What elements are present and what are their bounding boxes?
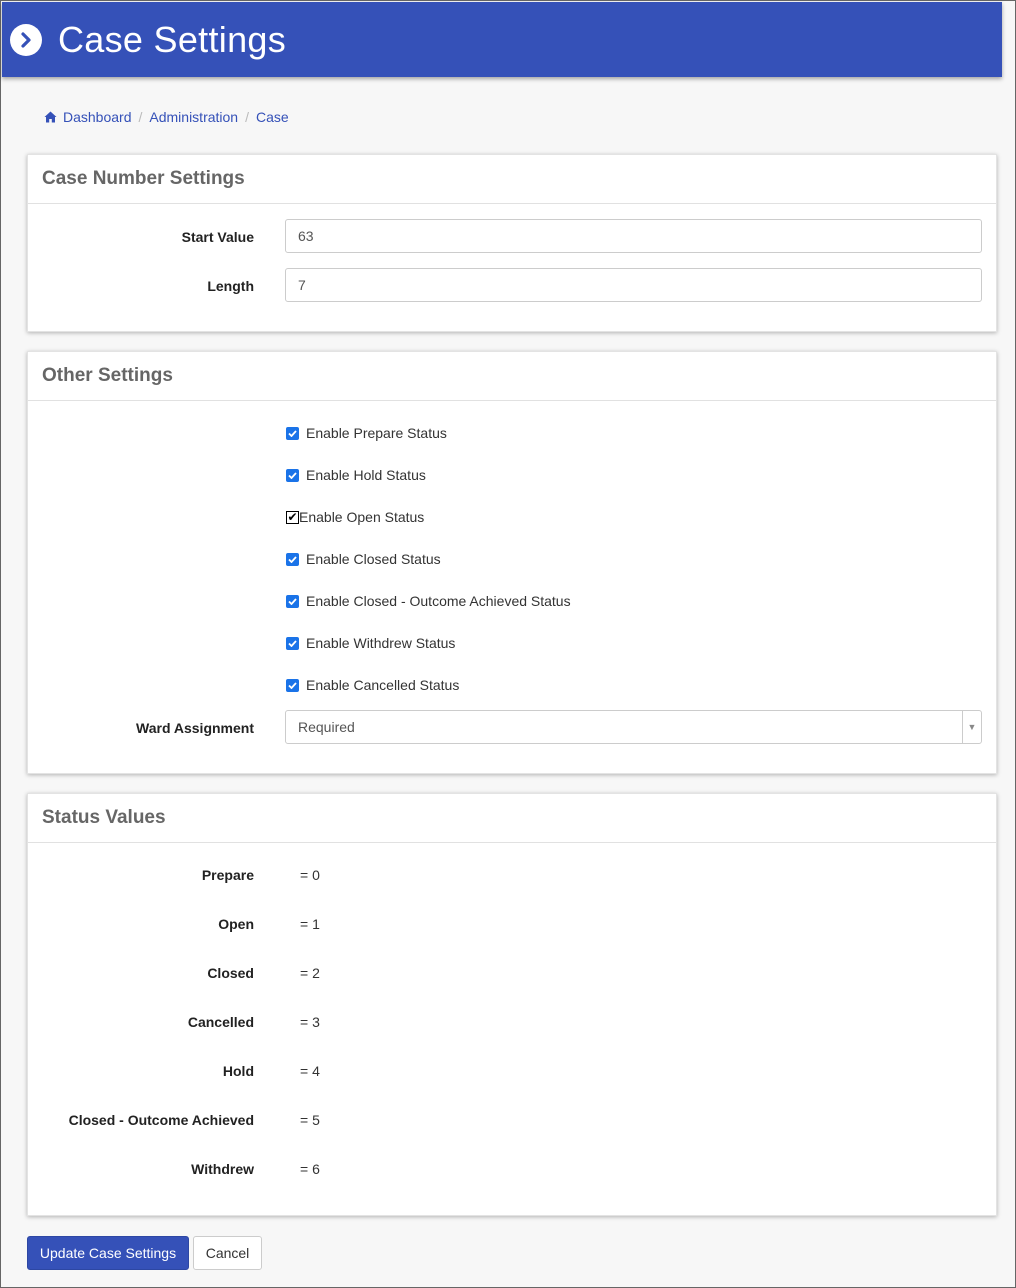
- checkbox-label: Enable Closed - Outcome Achieved Status: [306, 593, 571, 609]
- status-label: Prepare: [201, 867, 254, 883]
- start-value-input[interactable]: 63: [285, 219, 982, 253]
- cancel-button[interactable]: Cancel: [193, 1236, 262, 1270]
- ward-assignment-label: Ward Assignment: [136, 720, 254, 736]
- chevron-right-circle-icon[interactable]: [10, 23, 42, 56]
- page-title: Case Settings: [58, 18, 287, 60]
- breadcrumb-separator: /: [138, 109, 143, 125]
- status-label: Withdrew: [191, 1161, 254, 1177]
- checkbox-checked-icon[interactable]: [286, 468, 299, 482]
- other-settings-panel: Other Settings Enable Prepare Status Ena…: [27, 351, 997, 774]
- breadcrumb: Dashboard / Administration / Case: [44, 107, 289, 127]
- checkbox-checked-icon[interactable]: [286, 552, 299, 566]
- checkbox-checked-icon[interactable]: [286, 636, 299, 650]
- checkbox-label: Enable Hold Status: [306, 467, 426, 483]
- panel-title: Status Values: [28, 794, 996, 843]
- checkbox-label: Enable Closed Status: [306, 551, 441, 567]
- case-number-settings-panel: Case Number Settings Start Value 63 Leng…: [27, 154, 997, 332]
- enable-open-checkbox[interactable]: ✔ Enable Open Status: [286, 509, 424, 525]
- status-value: = 5: [300, 1112, 320, 1128]
- checkbox-checked-icon[interactable]: [286, 594, 299, 608]
- page-frame: Case Settings Dashboard / Administration…: [0, 0, 1016, 1288]
- update-case-settings-button[interactable]: Update Case Settings: [27, 1236, 189, 1270]
- length-label: Length: [207, 278, 254, 294]
- checkbox-label: Enable Prepare Status: [306, 425, 447, 441]
- status-value: = 4: [300, 1063, 320, 1079]
- enable-closed-outcome-checkbox[interactable]: Enable Closed - Outcome Achieved Status: [286, 593, 571, 609]
- panel-title: Other Settings: [28, 352, 996, 401]
- breadcrumb-dashboard[interactable]: Dashboard: [63, 109, 132, 125]
- page-header: Case Settings: [2, 2, 1002, 77]
- dropdown-arrow-icon[interactable]: ▼: [962, 711, 981, 743]
- status-label: Closed - Outcome Achieved: [68, 1112, 254, 1128]
- status-label: Open: [218, 916, 254, 932]
- ward-assignment-select[interactable]: Required ▼: [285, 710, 982, 744]
- panel-title: Case Number Settings: [28, 155, 996, 204]
- checkbox-label: Enable Withdrew Status: [306, 635, 456, 651]
- checkbox-checked-icon[interactable]: [286, 426, 299, 440]
- enable-hold-checkbox[interactable]: Enable Hold Status: [286, 467, 426, 483]
- checkbox-checked-icon[interactable]: ✔: [286, 510, 299, 524]
- status-value: = 0: [300, 867, 320, 883]
- checkbox-checked-icon[interactable]: [286, 678, 299, 692]
- enable-closed-checkbox[interactable]: Enable Closed Status: [286, 551, 441, 567]
- enable-prepare-checkbox[interactable]: Enable Prepare Status: [286, 425, 447, 441]
- status-value: = 3: [300, 1014, 320, 1030]
- status-values-panel: Status Values Prepare = 0 Open = 1 Close…: [27, 793, 997, 1216]
- status-label: Hold: [222, 1063, 254, 1079]
- home-icon[interactable]: [44, 111, 57, 123]
- enable-cancelled-checkbox[interactable]: Enable Cancelled Status: [286, 677, 459, 693]
- length-input[interactable]: 7: [285, 268, 982, 302]
- status-label: Cancelled: [187, 1014, 254, 1030]
- status-value: = 2: [300, 965, 320, 981]
- start-value-label: Start Value: [181, 229, 254, 245]
- status-label: Closed: [207, 965, 254, 981]
- status-value: = 6: [300, 1161, 320, 1177]
- status-value: = 1: [300, 916, 320, 932]
- checkbox-label: Enable Open Status: [299, 509, 425, 525]
- breadcrumb-separator: /: [245, 109, 249, 125]
- breadcrumb-administration[interactable]: Administration: [149, 109, 238, 125]
- breadcrumb-case[interactable]: Case: [256, 109, 289, 125]
- enable-withdrew-checkbox[interactable]: Enable Withdrew Status: [286, 635, 455, 651]
- checkbox-label: Enable Cancelled Status: [306, 677, 460, 693]
- ward-assignment-value: Required: [298, 719, 355, 735]
